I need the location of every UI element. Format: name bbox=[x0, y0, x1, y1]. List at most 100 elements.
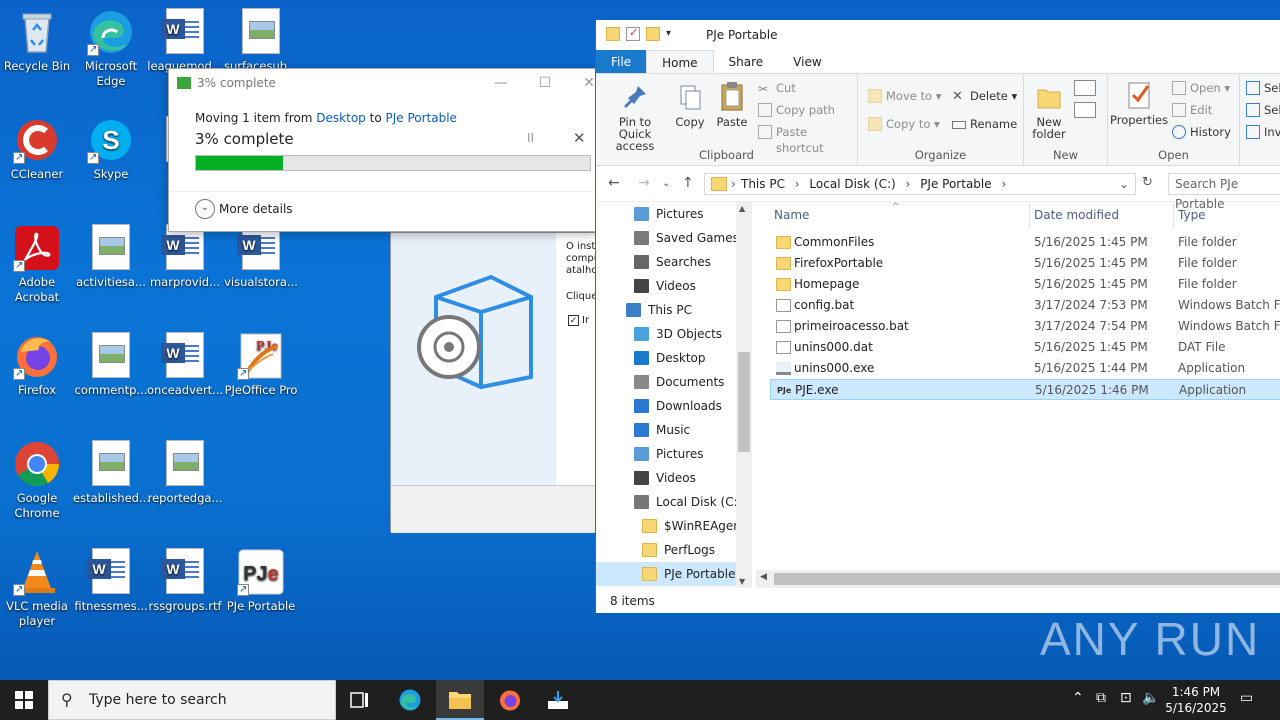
desktop-icon-ccleaner[interactable]: CCleaner bbox=[0, 116, 75, 182]
back-arrow-icon[interactable]: ← bbox=[608, 175, 620, 191]
new-folder-icon[interactable] bbox=[646, 27, 660, 41]
file-row[interactable]: PJe PJE.exe 5/16/2025 1:46 PM Application bbox=[770, 379, 1280, 400]
desktop-icon-rssgroups[interactable]: W rssgroups.rtf bbox=[147, 548, 223, 614]
desktop-icon-visualstora[interactable]: W visualstora... bbox=[223, 224, 299, 290]
notification-center-icon[interactable]: ▭ bbox=[1240, 690, 1253, 706]
desktop-icon-commentp[interactable]: commentp... bbox=[73, 332, 149, 398]
column-header-name[interactable]: Name ^ bbox=[774, 202, 1030, 228]
tab-share[interactable]: Share bbox=[714, 50, 779, 73]
nav-item[interactable]: Searches bbox=[596, 250, 752, 274]
nav-item[interactable]: Music bbox=[596, 418, 752, 442]
nav-item[interactable]: 3D Objects bbox=[596, 322, 752, 346]
file-row[interactable]: CommonFiles 5/16/2025 1:45 PM File folder bbox=[770, 232, 1280, 253]
desktop-icon-surfacesub[interactable]: surfacesub... bbox=[223, 8, 299, 74]
desktop-icon-microsoft-edge[interactable]: Microsoft Edge bbox=[73, 8, 149, 89]
navigation-scrollbar[interactable]: ▲ ▼ bbox=[736, 202, 752, 588]
forward-arrow-icon[interactable]: → bbox=[638, 175, 650, 191]
edit-button[interactable]: Edit bbox=[1172, 102, 1212, 118]
desktop-icon-established[interactable]: established... bbox=[73, 440, 149, 506]
horizontal-scrollbar[interactable]: ◀ bbox=[756, 570, 1280, 588]
history-button[interactable]: History bbox=[1172, 124, 1231, 140]
cut-button[interactable]: ✂ Cut bbox=[758, 80, 796, 96]
tab-view[interactable]: View bbox=[778, 50, 836, 73]
desktop-icon-skype[interactable]: S Skype bbox=[73, 116, 149, 182]
desktop-icon-firefox[interactable]: Firefox bbox=[0, 332, 75, 398]
delete-button[interactable]: ✕ Delete ▾ bbox=[952, 88, 1017, 104]
taskbar-clock[interactable]: 1:46 PM 5/16/2025 bbox=[1160, 684, 1232, 716]
nav-item[interactable]: Downloads bbox=[596, 394, 752, 418]
minimize-button[interactable]: — bbox=[479, 69, 523, 97]
search-box[interactable]: Search PJe Portable bbox=[1168, 173, 1280, 211]
breadcrumb-this-pc[interactable]: This PC bbox=[741, 177, 785, 191]
file-row[interactable]: primeiroacesso.bat 3/17/2024 7:54 PM Windo… bbox=[770, 316, 1280, 337]
open-button[interactable]: Open ▾ bbox=[1172, 80, 1230, 96]
breadcrumb-pje-portable[interactable]: PJe Portable bbox=[920, 177, 991, 191]
scrollbar-thumb[interactable] bbox=[774, 573, 1280, 585]
show-hidden-icons-chevron-icon[interactable]: ⌃ bbox=[1072, 690, 1084, 706]
destination-link[interactable]: PJe Portable bbox=[385, 111, 456, 125]
desktop-icon-fitnessmes[interactable]: W fitnessmes... bbox=[73, 548, 149, 614]
address-dropdown-icon[interactable]: ⌄ bbox=[1119, 174, 1129, 194]
nav-item[interactable]: Videos bbox=[596, 466, 752, 490]
network-icon[interactable]: ⊡ bbox=[1120, 690, 1132, 706]
move-to-button[interactable]: Move to ▾ bbox=[868, 88, 941, 104]
address-bar[interactable]: › This PC › Local Disk (C:) › PJe Portab… bbox=[704, 173, 1136, 195]
nav-item[interactable]: Videos bbox=[596, 274, 752, 298]
file-row[interactable]: unins000.exe 5/16/2025 1:44 PM Application bbox=[770, 358, 1280, 379]
nav-item[interactable]: Pictures bbox=[596, 442, 752, 466]
invert-selection-button[interactable]: Inv bbox=[1246, 124, 1280, 140]
taskbar-search-box[interactable]: ⚲ Type here to search bbox=[48, 680, 336, 720]
nav-item[interactable]: Documents bbox=[596, 370, 752, 394]
file-row[interactable]: Homepage 5/16/2025 1:45 PM File folder bbox=[770, 274, 1280, 295]
desktop-icon-leaguemod[interactable]: W leaguemod... bbox=[147, 8, 223, 74]
paste-button[interactable]: Paste bbox=[712, 80, 752, 128]
refresh-icon[interactable]: ↻ bbox=[1142, 175, 1153, 190]
new-item-icon[interactable] bbox=[1074, 80, 1096, 96]
maximize-button[interactable]: ☐ bbox=[523, 69, 567, 97]
desktop-icon-activitiesa[interactable]: activitiesa... bbox=[73, 224, 149, 290]
start-button[interactable] bbox=[0, 680, 48, 720]
tab-file[interactable]: File bbox=[596, 50, 647, 73]
up-arrow-icon[interactable]: ↑ bbox=[682, 175, 694, 191]
taskbar-installer[interactable] bbox=[534, 680, 582, 720]
nav-item[interactable]: Saved Games bbox=[596, 226, 752, 250]
column-header-type[interactable]: Type bbox=[1178, 202, 1280, 228]
recent-locations-icon[interactable]: ⌄ bbox=[662, 178, 670, 189]
scrollbar-thumb[interactable] bbox=[738, 352, 750, 452]
select-none-button[interactable]: Sel bbox=[1246, 102, 1280, 118]
desktop-icon-adobe-acrobat[interactable]: Adobe Acrobat bbox=[0, 224, 75, 305]
network-drive-icon[interactable]: ⧉ bbox=[1096, 690, 1106, 706]
desktop-icon-onceadvert[interactable]: W onceadvert... bbox=[147, 332, 223, 398]
desktop-icon-vlc[interactable]: VLC media player bbox=[0, 548, 75, 629]
source-link[interactable]: Desktop bbox=[316, 111, 366, 125]
customize-dropdown-icon[interactable]: ▾ bbox=[666, 27, 680, 41]
breadcrumb-local-disk[interactable]: Local Disk (C:) bbox=[809, 177, 895, 191]
desktop-icon-google-chrome[interactable]: Google Chrome bbox=[0, 440, 75, 521]
cancel-copy-button[interactable]: ✕ bbox=[573, 129, 586, 147]
nav-item[interactable]: This PC bbox=[606, 298, 752, 322]
volume-icon[interactable]: 🔈 bbox=[1142, 690, 1159, 706]
desktop-icon-pjeoffice-pro[interactable]: PJe PJeOffice Pro bbox=[223, 332, 299, 398]
easy-access-icon[interactable] bbox=[1074, 102, 1096, 118]
more-details-toggle[interactable]: ⌄ More details bbox=[195, 199, 293, 219]
properties-icon[interactable]: ✓ bbox=[626, 26, 640, 41]
desktop-icon-marprovid[interactable]: W marprovid... bbox=[147, 224, 223, 290]
nav-item[interactable]: Local Disk (C:) bbox=[596, 490, 752, 514]
nav-item[interactable]: PerfLogs bbox=[596, 538, 752, 562]
tab-home[interactable]: Home bbox=[646, 50, 714, 73]
column-header-date[interactable]: Date modified bbox=[1034, 202, 1174, 228]
file-row[interactable]: FirefoxPortable 5/16/2025 1:45 PM File fol… bbox=[770, 253, 1280, 274]
rename-button[interactable]: Rename bbox=[952, 116, 1017, 132]
taskbar-firefox[interactable] bbox=[486, 680, 534, 720]
copy-button[interactable]: Copy bbox=[670, 82, 710, 128]
copy-to-button[interactable]: Copy to ▾ bbox=[868, 116, 940, 132]
nav-item[interactable]: $WinREAgent bbox=[596, 514, 752, 538]
pin-to-quick-access-button[interactable]: Pin to Quick access bbox=[602, 82, 668, 152]
nav-item[interactable]: Desktop bbox=[596, 346, 752, 370]
nav-item[interactable]: Pictures bbox=[596, 202, 752, 226]
copy-path-button[interactable]: Copy path bbox=[758, 102, 835, 118]
file-row[interactable]: unins000.dat 5/16/2025 1:45 PM DAT File bbox=[770, 337, 1280, 358]
new-folder-button[interactable]: New folder bbox=[1028, 82, 1070, 140]
desktop-icon-recycle-bin[interactable]: Recycle Bin bbox=[0, 8, 75, 74]
desktop-icon-pje-portable[interactable]: PJe PJe Portable bbox=[223, 548, 299, 614]
